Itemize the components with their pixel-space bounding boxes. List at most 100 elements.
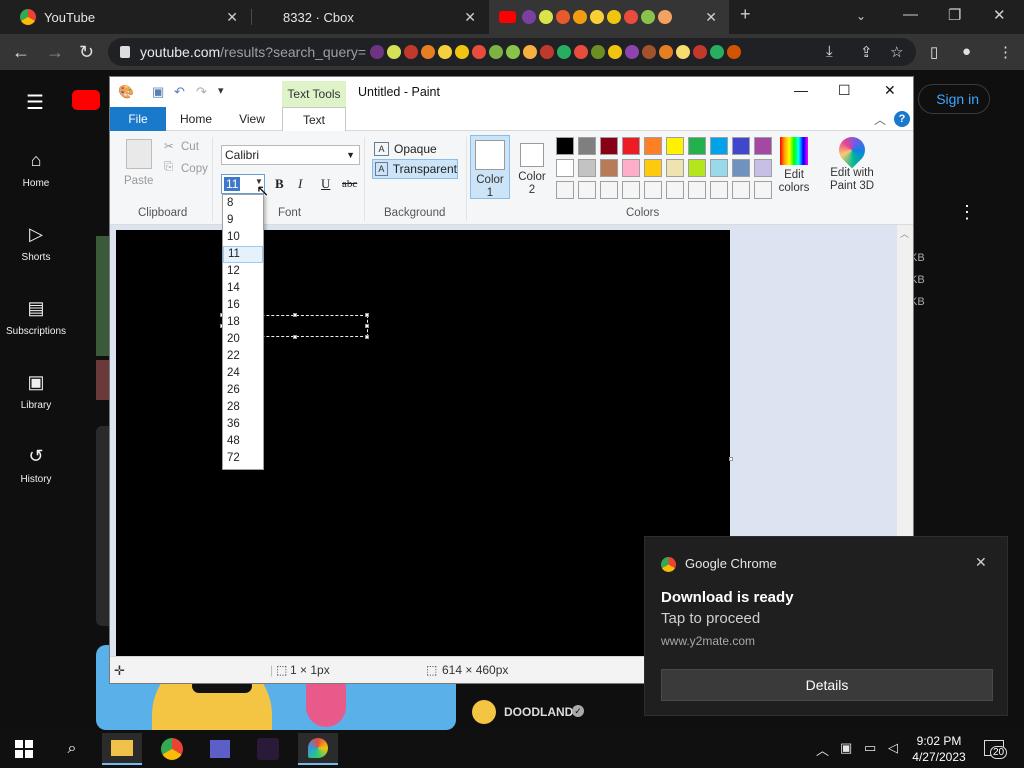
palette-swatch[interactable] bbox=[622, 159, 640, 177]
edit-colors-button[interactable]: Edit colors bbox=[774, 135, 814, 195]
collapse-ribbon-icon[interactable]: ︿ bbox=[874, 111, 886, 128]
thumbnail[interactable] bbox=[96, 426, 110, 626]
font-size-option[interactable]: 28 bbox=[223, 399, 263, 416]
youtube-logo-icon[interactable] bbox=[72, 90, 100, 110]
menu-icon[interactable]: ⋮ bbox=[998, 43, 1013, 61]
nitw-icon[interactable] bbox=[248, 733, 288, 765]
font-size-option[interactable]: 36 bbox=[223, 416, 263, 433]
profile-icon[interactable]: ● bbox=[962, 43, 971, 60]
sidebar-item-home[interactable]: ⌂ Home bbox=[0, 150, 72, 189]
tray-app-icon[interactable]: ▣ bbox=[840, 740, 852, 756]
back-icon[interactable]: ← bbox=[12, 42, 30, 62]
tab-youtube-search[interactable]: ✕ bbox=[489, 0, 729, 34]
chrome-icon[interactable] bbox=[152, 733, 192, 765]
volume-icon[interactable]: ◁ bbox=[888, 740, 898, 756]
font-size-option[interactable]: 22 bbox=[223, 348, 263, 365]
font-size-option[interactable]: 11 bbox=[223, 246, 263, 263]
font-size-option[interactable]: 12 bbox=[223, 263, 263, 280]
palette-swatch[interactable] bbox=[622, 137, 640, 155]
palette-swatch[interactable] bbox=[688, 159, 706, 177]
sidebar-item-subscriptions[interactable]: ▤ Subscriptions bbox=[0, 298, 72, 337]
resize-handle[interactable] bbox=[365, 313, 369, 317]
palette-swatch[interactable] bbox=[556, 137, 574, 155]
strikethrough-button[interactable]: abc bbox=[342, 178, 357, 190]
font-size-option[interactable]: 24 bbox=[223, 365, 263, 382]
forward-icon[interactable]: → bbox=[46, 42, 64, 62]
font-size-option[interactable]: 72 bbox=[223, 450, 263, 467]
clock[interactable]: 9:02 PM 4/27/2023 bbox=[906, 733, 972, 765]
bookmark-star-icon[interactable]: ☆ bbox=[890, 43, 903, 61]
tab-search-icon[interactable]: ⌄ bbox=[856, 9, 866, 23]
palette-swatch[interactable] bbox=[710, 137, 728, 155]
reload-icon[interactable]: ↻ bbox=[79, 42, 94, 62]
hamburger-icon[interactable]: ☰ bbox=[26, 90, 44, 115]
window-close-icon[interactable]: ✕ bbox=[884, 82, 896, 99]
close-icon[interactable]: ✕ bbox=[975, 554, 987, 571]
edit-with-paint3d-button[interactable]: Edit with Paint 3D bbox=[826, 131, 878, 193]
file-explorer-icon[interactable] bbox=[102, 733, 142, 765]
address-bar[interactable]: youtube.com/results?search_query= bbox=[108, 38, 916, 66]
search-icon[interactable]: ⌕ bbox=[52, 733, 92, 765]
tab-text[interactable]: Text bbox=[282, 107, 346, 132]
redo-icon[interactable]: ↷ bbox=[196, 84, 207, 100]
close-icon[interactable]: ✕ bbox=[226, 9, 238, 26]
opaque-button[interactable]: A Opaque bbox=[372, 139, 462, 159]
color-1-button[interactable]: Color 1 bbox=[470, 135, 510, 199]
resize-handle[interactable] bbox=[293, 313, 297, 317]
palette-swatch[interactable] bbox=[754, 181, 772, 199]
tab-cbox[interactable]: 8332 · Cbox ✕ bbox=[252, 0, 488, 34]
download-notification[interactable]: Google Chrome ✕ Download is ready Tap to… bbox=[644, 536, 1008, 716]
palette-swatch[interactable] bbox=[710, 181, 728, 199]
window-close-icon[interactable]: ✕ bbox=[993, 6, 1006, 24]
font-size-option[interactable]: 20 bbox=[223, 331, 263, 348]
thumbnail[interactable] bbox=[96, 360, 110, 400]
minimize-icon[interactable]: — bbox=[794, 82, 808, 98]
tab-view[interactable]: View bbox=[230, 107, 274, 131]
font-size-option[interactable]: 10 bbox=[223, 229, 263, 246]
resize-handle[interactable] bbox=[293, 335, 297, 339]
palette-swatch[interactable] bbox=[688, 137, 706, 155]
tab-home[interactable]: Home bbox=[174, 107, 218, 131]
start-icon[interactable] bbox=[4, 733, 44, 765]
font-size-option[interactable]: 9 bbox=[223, 212, 263, 229]
save-icon[interactable]: ▣ bbox=[152, 84, 164, 100]
scroll-up-icon[interactable]: ︿ bbox=[900, 227, 909, 240]
clipchamp-icon[interactable] bbox=[200, 733, 240, 765]
sign-in-button[interactable]: Sign in bbox=[918, 84, 990, 114]
details-button[interactable]: Details bbox=[661, 669, 993, 701]
font-size-option[interactable]: 8 bbox=[223, 195, 263, 212]
palette-swatch[interactable] bbox=[710, 159, 728, 177]
drawing-canvas[interactable] bbox=[116, 230, 730, 656]
palette-swatch[interactable] bbox=[644, 181, 662, 199]
palette-swatch[interactable] bbox=[754, 159, 772, 177]
palette-swatch[interactable] bbox=[622, 181, 640, 199]
font-size-option[interactable]: 14 bbox=[223, 280, 263, 297]
avatar[interactable] bbox=[472, 700, 496, 724]
sidebar-item-history[interactable]: ↺ History bbox=[0, 446, 72, 485]
new-tab-button[interactable]: + bbox=[740, 4, 751, 25]
resize-handle[interactable] bbox=[365, 335, 369, 339]
close-icon[interactable]: ✕ bbox=[464, 9, 476, 26]
palette-swatch[interactable] bbox=[732, 181, 750, 199]
underline-button[interactable]: U bbox=[321, 176, 330, 192]
paint-app-icon[interactable]: 🎨 bbox=[118, 84, 134, 100]
maximize-icon[interactable]: ☐ bbox=[838, 82, 851, 99]
font-family-select[interactable]: Calibri ▼ bbox=[221, 145, 360, 165]
side-panel-icon[interactable]: ▯ bbox=[930, 43, 938, 61]
palette-swatch[interactable] bbox=[688, 181, 706, 199]
undo-icon[interactable]: ↶ bbox=[174, 84, 185, 100]
color-2-button[interactable]: Color 2 bbox=[514, 135, 550, 199]
palette-swatch[interactable] bbox=[732, 159, 750, 177]
sidebar-item-shorts[interactable]: ▷ Shorts bbox=[0, 224, 72, 263]
palette-swatch[interactable] bbox=[666, 181, 684, 199]
customize-quick-access-icon[interactable]: ▾ bbox=[218, 84, 224, 97]
cut-button[interactable]: Cut bbox=[181, 141, 199, 153]
palette-swatch[interactable] bbox=[754, 137, 772, 155]
channel-name[interactable]: DOODLAND bbox=[504, 705, 573, 719]
network-icon[interactable]: ▭ bbox=[864, 740, 876, 756]
palette-swatch[interactable] bbox=[600, 159, 618, 177]
palette-swatch[interactable] bbox=[644, 159, 662, 177]
palette-swatch[interactable] bbox=[732, 137, 750, 155]
italic-button[interactable]: I bbox=[298, 176, 302, 192]
bold-button[interactable]: B bbox=[275, 176, 284, 192]
